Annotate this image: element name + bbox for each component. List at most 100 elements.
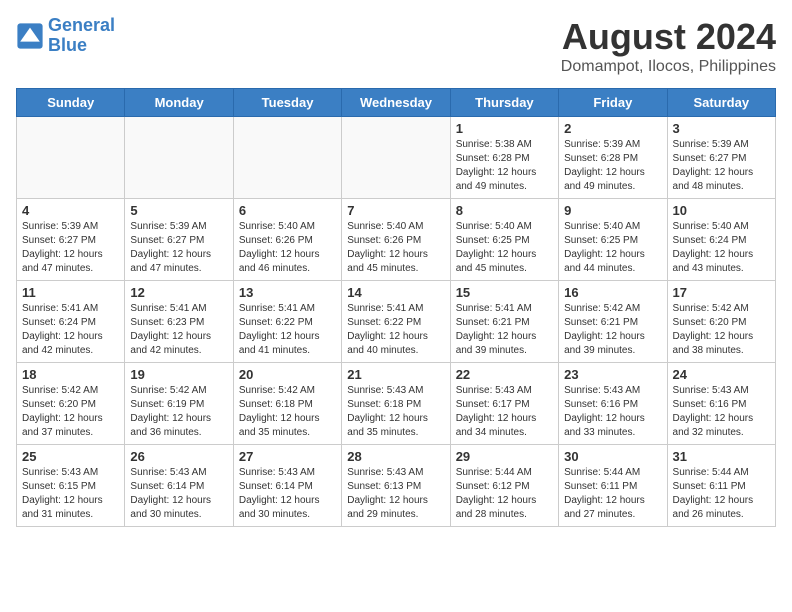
day-number: 6 [239,203,336,218]
day-number: 15 [456,285,553,300]
calendar-cell: 10 Sunrise: 5:40 AM Sunset: 6:24 PM Dayli… [667,199,775,281]
logo: General Blue [16,16,115,56]
day-number: 28 [347,449,444,464]
day-number: 9 [564,203,661,218]
day-info: Sunrise: 5:38 AM Sunset: 6:28 PM Dayligh… [456,138,553,194]
calendar-cell: 12 Sunrise: 5:41 AM Sunset: 6:23 PM Dayli… [125,281,233,363]
day-number: 13 [239,285,336,300]
calendar-cell: 30 Sunrise: 5:44 AM Sunset: 6:11 PM Dayli… [559,445,667,527]
calendar-cell: 31 Sunrise: 5:44 AM Sunset: 6:11 PM Dayli… [667,445,775,527]
day-number: 16 [564,285,661,300]
logo-line2: Blue [48,36,115,56]
day-number: 1 [456,121,553,136]
day-info: Sunrise: 5:40 AM Sunset: 6:24 PM Dayligh… [673,220,770,276]
week-row-1: 1 Sunrise: 5:38 AM Sunset: 6:28 PM Daylig… [17,117,776,199]
calendar-cell: 16 Sunrise: 5:42 AM Sunset: 6:21 PM Dayli… [559,281,667,363]
day-info: Sunrise: 5:41 AM Sunset: 6:21 PM Dayligh… [456,302,553,358]
day-number: 7 [347,203,444,218]
title-area: August 2024 Domampot, Ilocos, Philippine… [561,16,776,76]
day-info: Sunrise: 5:44 AM Sunset: 6:12 PM Dayligh… [456,466,553,522]
day-number: 12 [130,285,227,300]
calendar-cell: 28Sunrise: 5:43 AM Sunset: 6:13 PM Dayli… [342,445,450,527]
day-info: Sunrise: 5:43 AM Sunset: 6:14 PM Dayligh… [130,466,227,522]
day-info: Sunrise: 5:41 AM Sunset: 6:24 PM Dayligh… [22,302,119,358]
header-thursday: Thursday [450,89,558,117]
day-number: 19 [130,367,227,382]
calendar-cell: 27Sunrise: 5:43 AM Sunset: 6:14 PM Dayli… [233,445,341,527]
header-friday: Friday [559,89,667,117]
calendar-cell [125,117,233,199]
logo-icon [16,22,44,50]
day-info: Sunrise: 5:39 AM Sunset: 6:27 PM Dayligh… [22,220,119,276]
calendar-cell: 20 Sunrise: 5:42 AM Sunset: 6:18 PM Dayli… [233,363,341,445]
day-info: Sunrise: 5:43 AM Sunset: 6:16 PM Dayligh… [673,384,770,440]
day-info: Sunrise: 5:42 AM Sunset: 6:20 PM Dayligh… [22,384,119,440]
week-row-5: 25 Sunrise: 5:43 AM Sunset: 6:15 PM Dayli… [17,445,776,527]
day-info: Sunrise: 5:43 AM Sunset: 6:16 PM Dayligh… [564,384,661,440]
calendar-cell [342,117,450,199]
header-monday: Monday [125,89,233,117]
day-info: Sunrise: 5:43 AM Sunset: 6:18 PM Dayligh… [347,384,444,440]
day-number: 29 [456,449,553,464]
day-info: Sunrise: 5:41 AM Sunset: 6:22 PM Dayligh… [239,302,336,358]
calendar-cell: 26 Sunrise: 5:43 AM Sunset: 6:14 PM Dayli… [125,445,233,527]
calendar-cell: 15 Sunrise: 5:41 AM Sunset: 6:21 PM Dayli… [450,281,558,363]
day-number: 2 [564,121,661,136]
day-number: 18 [22,367,119,382]
calendar-cell: 23Sunrise: 5:43 AM Sunset: 6:16 PM Dayli… [559,363,667,445]
calendar-cell: 2Sunrise: 5:39 AM Sunset: 6:28 PM Daylig… [559,117,667,199]
header-sunday: Sunday [17,89,125,117]
calendar-cell: 14 Sunrise: 5:41 AM Sunset: 6:22 PM Dayli… [342,281,450,363]
week-row-3: 11 Sunrise: 5:41 AM Sunset: 6:24 PM Dayli… [17,281,776,363]
day-number: 10 [673,203,770,218]
day-number: 27 [239,449,336,464]
calendar-cell [17,117,125,199]
day-number: 8 [456,203,553,218]
calendar-cell: 8 Sunrise: 5:40 AM Sunset: 6:25 PM Daylig… [450,199,558,281]
day-info: Sunrise: 5:42 AM Sunset: 6:21 PM Dayligh… [564,302,661,358]
logo-line1: General [48,15,115,35]
day-info: Sunrise: 5:43 AM Sunset: 6:15 PM Dayligh… [22,466,119,522]
calendar-cell: 1 Sunrise: 5:38 AM Sunset: 6:28 PM Daylig… [450,117,558,199]
calendar-cell: 6 Sunrise: 5:40 AM Sunset: 6:26 PM Daylig… [233,199,341,281]
day-number: 5 [130,203,227,218]
day-number: 26 [130,449,227,464]
page-header: General Blue August 2024 Domampot, Iloco… [16,16,776,76]
day-number: 20 [239,367,336,382]
calendar-cell: 7 Sunrise: 5:40 AM Sunset: 6:26 PM Daylig… [342,199,450,281]
calendar-cell: 3Sunrise: 5:39 AM Sunset: 6:27 PM Daylig… [667,117,775,199]
week-row-2: 4Sunrise: 5:39 AM Sunset: 6:27 PM Daylig… [17,199,776,281]
calendar-cell: 25 Sunrise: 5:43 AM Sunset: 6:15 PM Dayli… [17,445,125,527]
day-number: 11 [22,285,119,300]
calendar-cell: 22Sunrise: 5:43 AM Sunset: 6:17 PM Dayli… [450,363,558,445]
calendar-cell: 24Sunrise: 5:43 AM Sunset: 6:16 PM Dayli… [667,363,775,445]
header-tuesday: Tuesday [233,89,341,117]
day-info: Sunrise: 5:43 AM Sunset: 6:17 PM Dayligh… [456,384,553,440]
calendar-title: August 2024 [561,16,776,58]
calendar-table: SundayMondayTuesdayWednesdayThursdayFrid… [16,88,776,527]
calendar-subtitle: Domampot, Ilocos, Philippines [561,58,776,76]
calendar-cell [233,117,341,199]
calendar-cell: 13 Sunrise: 5:41 AM Sunset: 6:22 PM Dayli… [233,281,341,363]
day-number: 21 [347,367,444,382]
header-row: SundayMondayTuesdayWednesdayThursdayFrid… [17,89,776,117]
day-info: Sunrise: 5:40 AM Sunset: 6:25 PM Dayligh… [564,220,661,276]
day-info: Sunrise: 5:39 AM Sunset: 6:27 PM Dayligh… [130,220,227,276]
day-info: Sunrise: 5:41 AM Sunset: 6:22 PM Dayligh… [347,302,444,358]
day-info: Sunrise: 5:40 AM Sunset: 6:26 PM Dayligh… [239,220,336,276]
header-wednesday: Wednesday [342,89,450,117]
day-number: 17 [673,285,770,300]
day-number: 14 [347,285,444,300]
calendar-cell: 18 Sunrise: 5:42 AM Sunset: 6:20 PM Dayli… [17,363,125,445]
calendar-cell: 17Sunrise: 5:42 AM Sunset: 6:20 PM Dayli… [667,281,775,363]
day-info: Sunrise: 5:41 AM Sunset: 6:23 PM Dayligh… [130,302,227,358]
day-number: 30 [564,449,661,464]
day-info: Sunrise: 5:40 AM Sunset: 6:25 PM Dayligh… [456,220,553,276]
day-info: Sunrise: 5:40 AM Sunset: 6:26 PM Dayligh… [347,220,444,276]
calendar-cell: 19Sunrise: 5:42 AM Sunset: 6:19 PM Dayli… [125,363,233,445]
day-number: 25 [22,449,119,464]
day-info: Sunrise: 5:44 AM Sunset: 6:11 PM Dayligh… [673,466,770,522]
day-info: Sunrise: 5:44 AM Sunset: 6:11 PM Dayligh… [564,466,661,522]
day-number: 31 [673,449,770,464]
day-info: Sunrise: 5:42 AM Sunset: 6:18 PM Dayligh… [239,384,336,440]
